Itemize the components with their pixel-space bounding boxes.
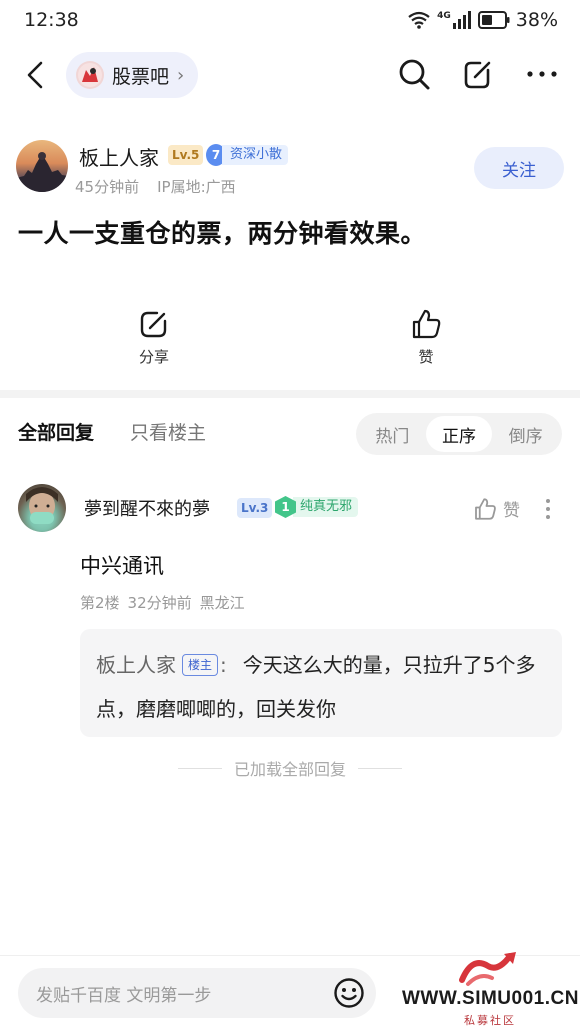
share-edit-icon xyxy=(464,61,491,89)
watermark-logo-icon xyxy=(459,952,516,986)
sort-hot[interactable]: 热门 xyxy=(359,416,426,452)
post-time: 45分钟前 xyxy=(75,178,140,196)
level-badge: Lv.5 xyxy=(168,145,204,165)
thumbs-up-icon xyxy=(412,309,441,339)
watermark-subtitle: 私募社区 xyxy=(464,1014,516,1027)
back-arrow-icon xyxy=(27,61,43,89)
top-nav: 股票吧 › xyxy=(0,48,580,102)
wifi-icon xyxy=(407,10,431,30)
level-badge: Lv.3 xyxy=(237,498,273,518)
forum-chip[interactable]: 股票吧 › xyxy=(66,52,199,98)
comment-like-button[interactable]: 赞 xyxy=(473,496,520,521)
title-badge: 7 资深小散 xyxy=(206,143,289,166)
thumbs-up-icon xyxy=(475,497,496,520)
watermark-url: WWW.SIMU001.CN xyxy=(402,988,579,1009)
author-name[interactable]: 板上人家 xyxy=(79,142,159,171)
reply-tabs: 全部回复 只看楼主 xyxy=(18,418,206,445)
post-actions: 分享 赞 xyxy=(0,308,580,370)
share-action[interactable]: 分享 xyxy=(114,308,194,367)
all-loaded-indicator: 已加载全部回复 xyxy=(0,756,580,780)
commenter-avatar[interactable] xyxy=(18,484,66,532)
comment-body: 中兴通讯 xyxy=(80,554,164,578)
status-time: 12:38 xyxy=(24,9,79,31)
forum-avatar-icon xyxy=(76,61,104,89)
chevron-right-icon: › xyxy=(177,64,185,86)
more-button[interactable] xyxy=(524,56,560,92)
comment-more-button[interactable] xyxy=(538,496,558,522)
share-button[interactable] xyxy=(460,56,496,92)
comment-location: 黑龙江 xyxy=(199,594,245,612)
search-icon xyxy=(399,59,430,90)
sub-reply-name[interactable]: 板上人家 xyxy=(96,653,176,677)
divider-line xyxy=(358,767,402,769)
comment-time: 32分钟前 xyxy=(127,594,192,612)
share-icon xyxy=(140,311,167,338)
section-divider xyxy=(0,390,580,398)
search-button[interactable] xyxy=(396,56,432,92)
share-label: 分享 xyxy=(138,348,169,366)
cellular-signal-icon: 4G xyxy=(437,11,472,29)
post-title: 一人一支重仓的票，两分钟看效果。 xyxy=(18,219,427,248)
status-indicators: 4G 38% xyxy=(407,9,558,31)
watermark: WWW.SIMU001.CN 私募社区 xyxy=(402,950,578,1028)
author-avatar[interactable] xyxy=(16,140,68,192)
sort-descending[interactable]: 倒序 xyxy=(492,416,559,452)
sort-ascending[interactable]: 正序 xyxy=(425,416,493,452)
battery-percent: 38% xyxy=(515,9,558,31)
badge-text: 纯真无邪 xyxy=(293,497,359,517)
all-loaded-text: 已加载全部回复 xyxy=(233,760,346,779)
post-author: 板上人家 Lv.5 7 资深小散 45分钟前 IP属地:广西 关注 xyxy=(16,140,564,196)
tab-all-replies[interactable]: 全部回复 xyxy=(18,418,94,445)
like-action[interactable]: 赞 xyxy=(386,308,466,367)
divider-line xyxy=(177,767,222,769)
badge-text: 资深小散 xyxy=(222,144,289,165)
ip-location: IP属地:广西 xyxy=(157,178,236,196)
comment-like-label: 赞 xyxy=(503,501,520,521)
reply-input[interactable]: 发贴千百度 文明第一步 xyxy=(18,968,376,1018)
follow-button[interactable]: 关注 xyxy=(474,147,564,189)
more-vertical-icon xyxy=(546,499,550,519)
commenter-name[interactable]: 夢到醒不來的夢 xyxy=(84,495,210,521)
sub-reply-separator: : xyxy=(220,653,227,677)
comment-floor: 第2楼 xyxy=(80,594,120,612)
author-meta: 45分钟前 IP属地:广西 xyxy=(75,176,236,197)
sub-reply[interactable]: 板上人家 楼主: 今天这么大的量，只拉升了5个多点，磨磨唧唧的，回关发你 xyxy=(80,629,562,737)
status-bar: 12:38 4G 38% xyxy=(0,0,580,40)
forum-name: 股票吧 xyxy=(112,65,170,88)
comment-meta: 第2楼 32分钟前 黑龙江 xyxy=(80,592,245,613)
tab-op-only[interactable]: 只看楼主 xyxy=(130,418,206,445)
network-type: 4G xyxy=(437,11,451,21)
sort-toggle: 热门 正序 倒序 xyxy=(356,413,562,455)
emoji-button[interactable] xyxy=(332,976,366,1010)
back-button[interactable] xyxy=(20,58,50,92)
like-label: 赞 xyxy=(418,348,434,366)
op-tag: 楼主 xyxy=(182,654,219,676)
battery-icon xyxy=(477,11,510,29)
emoji-icon xyxy=(334,978,364,1008)
nav-actions xyxy=(396,56,560,92)
more-dots-icon xyxy=(527,71,557,77)
title-badge: 1 纯真无邪 xyxy=(275,496,359,518)
